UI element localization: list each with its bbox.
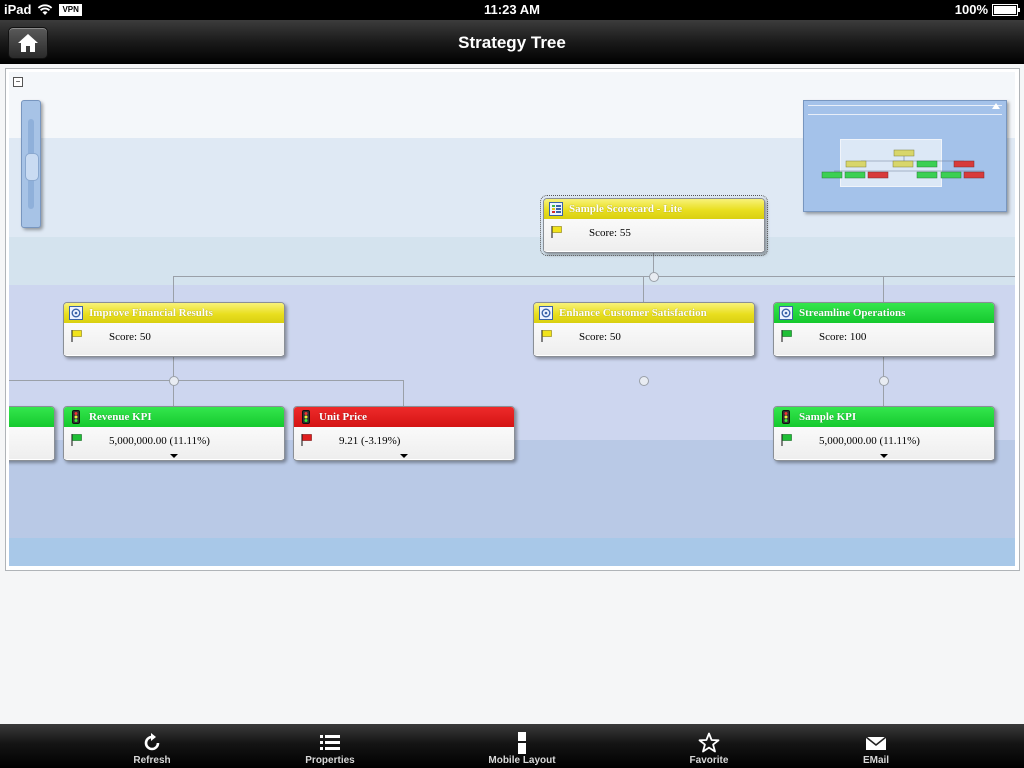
node-title: Sample KPI <box>799 411 857 423</box>
node-title: Sample Scorecard - Lite <box>569 203 683 215</box>
clock: 11:23 AM <box>484 2 540 17</box>
objective-icon <box>539 306 553 320</box>
band-5 <box>9 538 1015 566</box>
page-title: Strategy Tree <box>458 33 566 52</box>
traffic-light-icon <box>782 410 790 424</box>
node-value: 9.21 (-3.19%) <box>339 435 401 447</box>
star-icon <box>698 732 720 753</box>
favorite-label: Favorite <box>689 755 729 766</box>
kpi-node-unit-price[interactable]: Unit Price 9.21 (-3.19%) <box>293 406 515 461</box>
favorite-button[interactable]: Favorite <box>649 724 769 768</box>
traffic-light-icon <box>72 410 80 424</box>
strategy-tree-frame: − Sample Scorecard - Lite Score: 55 Impr… <box>5 68 1020 571</box>
expand-knob[interactable] <box>169 376 179 386</box>
node-header: Improve Financial Results <box>64 303 284 323</box>
node-body: 5,000,000.00 (11.11%) <box>64 427 284 459</box>
expand-knob[interactable] <box>649 272 659 282</box>
dropdown-arrow-icon[interactable] <box>880 454 888 458</box>
minimap[interactable] <box>803 100 1007 212</box>
refresh-button[interactable]: Refresh <box>92 724 212 768</box>
mobile-layout-button[interactable]: Mobile Layout <box>462 724 582 768</box>
node-value: 5,000,000.00 (11.11%) <box>109 435 210 447</box>
objective-node-operations[interactable]: Streamline Operations Score: 100 <box>773 302 995 357</box>
node-title: Improve Financial Results <box>89 307 213 319</box>
node-body: Score: 50 <box>534 323 754 355</box>
node-title: Streamline Operations <box>799 307 906 319</box>
kpi-node-partial[interactable] <box>9 406 55 461</box>
objective-icon <box>779 306 793 320</box>
battery-icon <box>992 3 1020 16</box>
properties-button[interactable]: Properties <box>270 724 390 768</box>
mobile-layout-icon <box>518 732 526 754</box>
bottom-toolbar: Refresh Properties Mobile Layout Favorit… <box>0 724 1024 768</box>
node-header: Sample KPI <box>774 407 994 427</box>
collapse-toggle[interactable]: − <box>13 77 23 87</box>
status-right: 100% <box>954 2 1020 17</box>
connector <box>173 276 174 302</box>
green-flag-icon <box>781 434 792 446</box>
kpi-node-sample[interactable]: Sample KPI 5,000,000.00 (11.11%) <box>773 406 995 461</box>
traffic-light-icon <box>302 410 310 424</box>
red-flag-icon <box>301 434 312 446</box>
yellow-flag-icon <box>541 330 552 342</box>
node-score: Score: 100 <box>819 331 867 343</box>
node-body <box>9 427 54 459</box>
battery-percent: 100% <box>954 2 988 17</box>
node-title: Revenue KPI <box>89 411 152 423</box>
yellow-flag-icon <box>551 226 562 238</box>
node-score: Score: 50 <box>109 331 151 343</box>
node-body: 5,000,000.00 (11.11%) <box>774 427 994 459</box>
list-icon <box>320 735 340 750</box>
connector <box>173 276 1015 277</box>
yellow-flag-icon <box>71 330 82 342</box>
dropdown-arrow-icon[interactable] <box>400 454 408 458</box>
status-bar: iPad VPN 11:23 AM 100% <box>0 0 1024 20</box>
node-value: 5,000,000.00 (11.11%) <box>819 435 920 447</box>
mobile-layout-label: Mobile Layout <box>488 755 556 766</box>
connector <box>643 276 644 302</box>
zoom-slider[interactable] <box>21 100 41 228</box>
refresh-label: Refresh <box>133 755 171 766</box>
navigation-bar: Strategy Tree <box>0 20 1024 64</box>
node-title: Enhance Customer Satisfaction <box>559 307 707 319</box>
node-header: Sample Scorecard - Lite <box>544 199 764 219</box>
scorecard-node[interactable]: Sample Scorecard - Lite Score: 55 <box>540 195 768 256</box>
connector <box>9 380 404 381</box>
node-header <box>9 407 54 427</box>
node-header: Unit Price <box>294 407 514 427</box>
green-flag-icon <box>781 330 792 342</box>
node-score: Score: 50 <box>579 331 621 343</box>
green-flag-icon <box>71 434 82 446</box>
node-header: Revenue KPI <box>64 407 284 427</box>
email-button[interactable]: EMail <box>816 724 936 768</box>
expand-knob[interactable] <box>879 376 889 386</box>
email-label: EMail <box>862 755 890 766</box>
connector <box>403 380 404 406</box>
node-header: Enhance Customer Satisfaction <box>534 303 754 323</box>
objective-icon <box>69 306 83 320</box>
node-body: 9.21 (-3.19%) <box>294 427 514 459</box>
node-body: Score: 55 <box>544 219 764 251</box>
node-title: Unit Price <box>319 411 367 423</box>
dropdown-arrow-icon[interactable] <box>170 454 178 458</box>
mail-icon <box>865 736 887 750</box>
node-body: Score: 100 <box>774 323 994 355</box>
band-2 <box>9 237 1015 285</box>
strategy-tree-canvas[interactable]: − Sample Scorecard - Lite Score: 55 Impr… <box>9 72 1015 566</box>
objective-node-customer[interactable]: Enhance Customer Satisfaction Score: 50 <box>533 302 755 357</box>
objective-node-financial[interactable]: Improve Financial Results Score: 50 <box>63 302 285 357</box>
zoom-thumb[interactable] <box>25 153 39 181</box>
connector <box>883 276 884 302</box>
scorecard-icon <box>549 202 563 216</box>
refresh-icon <box>144 733 160 751</box>
node-header: Streamline Operations <box>774 303 994 323</box>
kpi-node-revenue[interactable]: Revenue KPI 5,000,000.00 (11.11%) <box>63 406 285 461</box>
minimap-preview <box>821 149 985 179</box>
node-score: Score: 55 <box>589 227 631 239</box>
expand-knob[interactable] <box>639 376 649 386</box>
properties-label: Properties <box>305 755 355 766</box>
node-body: Score: 50 <box>64 323 284 355</box>
